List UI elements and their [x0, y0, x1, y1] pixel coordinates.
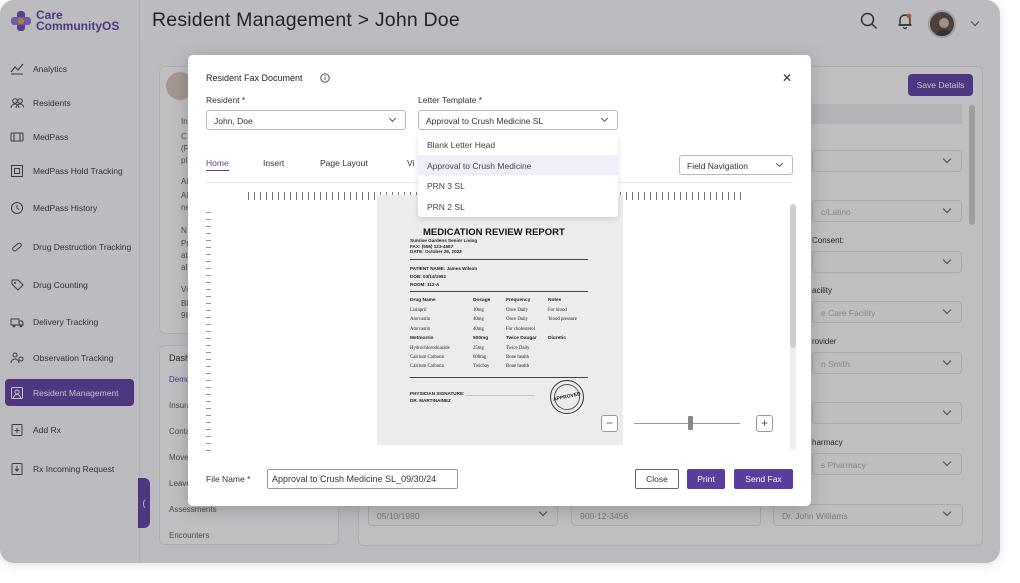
zoom-out-button[interactable]: − [601, 415, 618, 432]
tab-view[interactable]: Vi [407, 158, 414, 168]
document-preview: MEDICATION REVIEW REPORT Sunrise Gardens… [377, 195, 623, 445]
document-divider [410, 291, 588, 292]
tab-page-layout[interactable]: Page Layout [320, 158, 368, 168]
document-table-cell: For cholesterol [506, 326, 535, 332]
send-fax-button[interactable]: Send Fax [734, 469, 793, 489]
document-table-cell: Frequency [506, 298, 531, 303]
physician-name: DR. MARTINAINEZ [410, 398, 451, 403]
stamp-text: APPROVED [551, 381, 583, 413]
document-table-cell: Twice Daily [506, 345, 530, 351]
document-table-cell: Notes [548, 298, 562, 303]
resident-select[interactable]: John, Doe [206, 110, 406, 130]
document-table-cell [548, 346, 598, 355]
document-table-cell [548, 355, 598, 364]
field-navigation-select[interactable]: Field Navigation [679, 155, 793, 175]
document-table-cell: Bone health [506, 355, 530, 360]
modal-title: Resident Fax Document [206, 73, 303, 83]
document-table-row: Calcium Carbonn Twicbay Bone health [410, 364, 598, 373]
document-table-row: Drug Name Dosage Frequency Notes [410, 298, 598, 307]
fax-document-modal: Resident Fax Document ✕ Resident * John,… [188, 55, 811, 506]
document-table-row: Lisinpril 10mg Once Daily For blood [410, 308, 598, 317]
document-table-cell: 500mg [473, 336, 489, 342]
document-table-cell: Bone health [506, 364, 530, 370]
document-table-cell: Once Daily [506, 308, 528, 313]
document-table-cell: Calcium Carbonn [410, 364, 444, 370]
document-divider [410, 377, 588, 378]
document-table-cell: 10mg [473, 308, 484, 313]
document-table-cell: 40mg [473, 317, 484, 323]
zoom-slider-handle[interactable] [687, 416, 693, 430]
info-icon[interactable] [320, 73, 330, 83]
document-table-cell [548, 364, 598, 373]
letter-template-label: Letter Template * [418, 95, 483, 105]
document-patient: PATIENT NAME: James Wilson [410, 266, 478, 271]
template-option[interactable]: Approval to Crush Medicine [418, 154, 618, 175]
document-table-cell: Drug Name [410, 298, 436, 303]
document-table-cell [548, 327, 598, 336]
print-button[interactable]: Print [687, 469, 725, 489]
document-divider [410, 259, 588, 260]
document-table-row: Metmorrin 500mg Twice Daugar Diuretic [410, 336, 598, 345]
file-name-label: File Name * [206, 474, 251, 484]
document-table-cell: Lisinpril [410, 308, 427, 313]
file-name-input[interactable]: Approval to Crush Medicine SL_09/30/24 [267, 469, 458, 489]
document-room: ROOM: 112-A [410, 282, 440, 287]
document-dob: DOB: 03/14/1952 [410, 274, 447, 279]
resident-label: Resident * [206, 95, 246, 105]
letter-template-select[interactable]: Approval to Crush Medicine SL [418, 110, 618, 130]
document-date: DATE: October 26, 2023 [410, 249, 462, 254]
chevron-down-icon [600, 114, 609, 123]
document-table-row: Atorvastin 40mg Once Daily 'blood pressure [410, 317, 598, 326]
document-table-cell: Diuretic [548, 336, 566, 342]
close-button[interactable]: Close [635, 469, 679, 489]
document-title: MEDICATION REVIEW REPORT [423, 227, 565, 238]
document-table-cell: Dosage [473, 298, 491, 303]
close-icon[interactable]: ✕ [782, 72, 792, 84]
letter-template-value: Approval to Crush Medicine SL [426, 116, 544, 126]
document-table-cell: Once Daily [506, 317, 528, 323]
template-option[interactable]: PRN 3 SL [418, 175, 618, 196]
document-table-row: Atorvastin 40mg For cholesterol [410, 327, 598, 336]
document-table-cell: 25mg [473, 345, 484, 351]
document-table-cell: 600mg [473, 355, 487, 360]
resident-select-value: John, Doe [214, 116, 253, 126]
document-table-row: Hydrochlorothiazide 25mg Twice Daily [410, 346, 598, 355]
document-table-cell: Metmorrin [410, 336, 434, 342]
chevron-down-icon [775, 159, 784, 168]
document-table-cell: Calcium Carbonn [410, 355, 444, 360]
document-table-cell: Atorvastin [410, 317, 431, 323]
zoom-in-button[interactable]: + [756, 415, 773, 432]
template-option[interactable]: Blank Letter Head [418, 134, 618, 155]
approved-stamp: APPROVED [550, 380, 584, 414]
document-table-cell: Twice Daugar [506, 336, 537, 342]
tab-insert[interactable]: Insert [263, 158, 284, 168]
vertical-ruler [206, 212, 211, 452]
document-table-cell: Hydrochlorothiazide [410, 345, 450, 351]
document-table-cell: For blood [548, 308, 567, 313]
letter-template-dropdown: Blank Letter Head Approval to Crush Medic… [418, 134, 618, 217]
signature-line: PHYSICIAN SIGNATURE: ___________________… [410, 391, 535, 396]
chevron-down-icon [388, 114, 397, 123]
document-table-cell: Twicbay [473, 364, 490, 370]
tab-home[interactable]: Home [206, 158, 229, 171]
document-table-cell: 40mg [473, 326, 484, 332]
document-table-cell: 'blood pressure [548, 317, 577, 323]
field-navigation-value: Field Navigation [687, 161, 748, 171]
app-window: Care CommunityOS Analytics Residents MedPa… [0, 0, 1000, 563]
document-table-cell: Atorvastin [410, 326, 431, 332]
preview-scrollbar-thumb[interactable] [790, 204, 796, 348]
document-table-row: Calcium Carbonn 600mg Bone health [410, 355, 598, 364]
template-option[interactable]: PRN 2 SL [418, 196, 618, 217]
